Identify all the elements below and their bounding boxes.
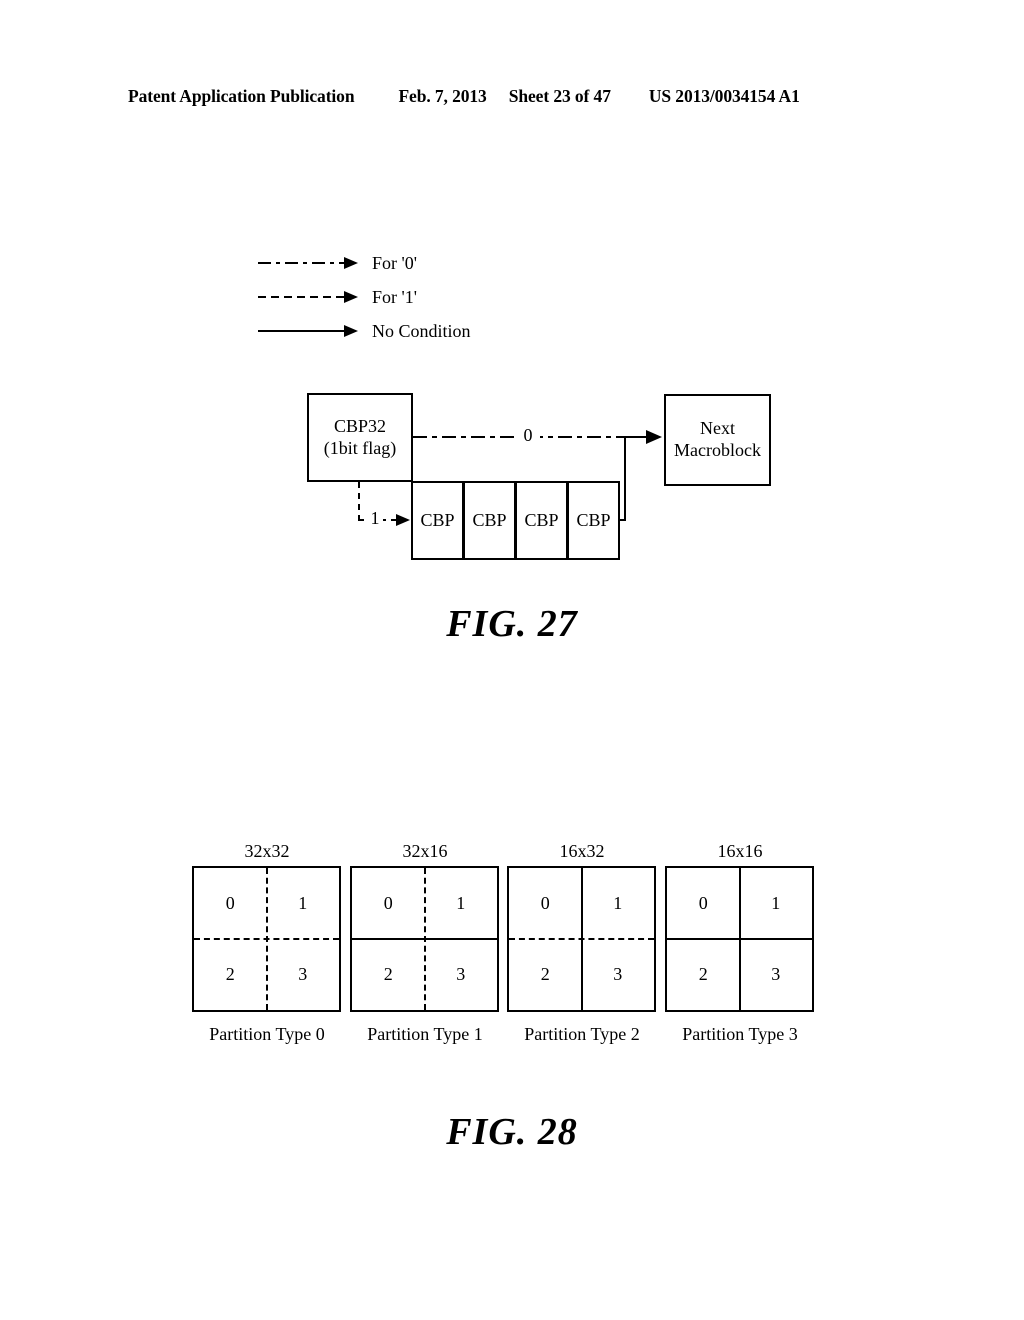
patent-drawing-page: Patent Application Publication Feb. 7, 2… bbox=[0, 0, 1024, 1320]
partition-block: 0 1 2 3 bbox=[350, 866, 499, 1012]
cbp-return-edge-join bbox=[624, 436, 648, 438]
partition-type-label: Partition Type 0 bbox=[209, 1024, 325, 1044]
partition-dimension-label: 32x16 bbox=[402, 841, 448, 861]
partition-quadrant: 1 bbox=[298, 893, 308, 913]
one-branch-label: 1 bbox=[367, 508, 383, 529]
partition-quadrant: 0 bbox=[698, 893, 708, 913]
partition-type-group: 32x16 0 1 2 3 Partition Type 1 bbox=[350, 836, 500, 1045]
partition-dimension-label: 32x32 bbox=[244, 841, 290, 861]
partition-horizontal-divider bbox=[352, 938, 497, 940]
partition-type-label: Partition Type 1 bbox=[367, 1024, 483, 1044]
cbp32-node-line1: CBP32 bbox=[333, 415, 386, 436]
fig27-diagram: CBP32 (1bit flag) 0 1 CBP CBP CBP CBP Ne… bbox=[0, 0, 1024, 680]
partition-quadrant: 1 bbox=[613, 893, 623, 913]
cbp32-flag-node: CBP32 (1bit flag) bbox=[307, 393, 413, 482]
partition-block: 0 1 2 3 bbox=[665, 866, 814, 1012]
next-macroblock-node: Next Macroblock bbox=[664, 394, 771, 486]
one-branch-arrowhead-icon bbox=[396, 514, 410, 526]
partition-block: 0 1 2 3 bbox=[507, 866, 656, 1012]
one-branch-edge-vertical bbox=[358, 482, 360, 521]
partition-quadrant: 2 bbox=[540, 964, 550, 984]
partition-block: 0 1 2 3 bbox=[192, 866, 341, 1012]
cbp-cell: CBP bbox=[463, 481, 516, 560]
partition-quadrant: 2 bbox=[383, 964, 393, 984]
partition-quadrant: 3 bbox=[771, 964, 781, 984]
fig27-caption: FIG. 27 bbox=[446, 603, 578, 645]
partition-quadrant: 2 bbox=[225, 964, 235, 984]
partition-quadrant: 0 bbox=[383, 893, 393, 913]
zero-branch-arrowhead-icon bbox=[646, 430, 662, 444]
partition-type-label: Partition Type 3 bbox=[682, 1024, 798, 1044]
partition-horizontal-divider bbox=[509, 938, 654, 940]
cbp32-node-line2: (1bit flag) bbox=[323, 437, 397, 458]
partition-quadrant: 3 bbox=[613, 964, 623, 984]
partition-horizontal-divider bbox=[667, 938, 812, 940]
cbp-cell: CBP bbox=[567, 481, 620, 560]
partition-quadrant: 3 bbox=[456, 964, 466, 984]
cbp-cell: CBP bbox=[411, 481, 464, 560]
partition-quadrant: 1 bbox=[456, 893, 466, 913]
fig28-diagram: 32x32 0 1 2 3 Partition Type 0 32x16 0 1… bbox=[0, 836, 1024, 1066]
partition-type-label: Partition Type 2 bbox=[524, 1024, 640, 1044]
partition-horizontal-divider bbox=[194, 938, 339, 940]
partition-quadrant: 0 bbox=[540, 893, 550, 913]
partition-dimension-label: 16x32 bbox=[559, 841, 605, 861]
partition-quadrant: 0 bbox=[225, 893, 235, 913]
partition-type-group: 16x32 0 1 2 3 Partition Type 2 bbox=[507, 836, 657, 1045]
partition-type-group: 32x32 0 1 2 3 Partition Type 0 bbox=[192, 836, 342, 1045]
fig28-caption: FIG. 28 bbox=[446, 1111, 578, 1153]
next-macroblock-line1: Next bbox=[700, 418, 735, 439]
partition-type-group: 16x16 0 1 2 3 Partition Type 3 bbox=[665, 836, 815, 1045]
zero-branch-label: 0 bbox=[516, 425, 540, 446]
partition-quadrant: 1 bbox=[771, 893, 781, 913]
next-macroblock-line2: Macroblock bbox=[674, 440, 761, 460]
partition-dimension-label: 16x16 bbox=[717, 841, 763, 861]
cbp-return-edge-vertical bbox=[624, 436, 626, 521]
cbp-cell: CBP bbox=[515, 481, 568, 560]
partition-quadrant: 2 bbox=[698, 964, 708, 984]
partition-quadrant: 3 bbox=[298, 964, 308, 984]
